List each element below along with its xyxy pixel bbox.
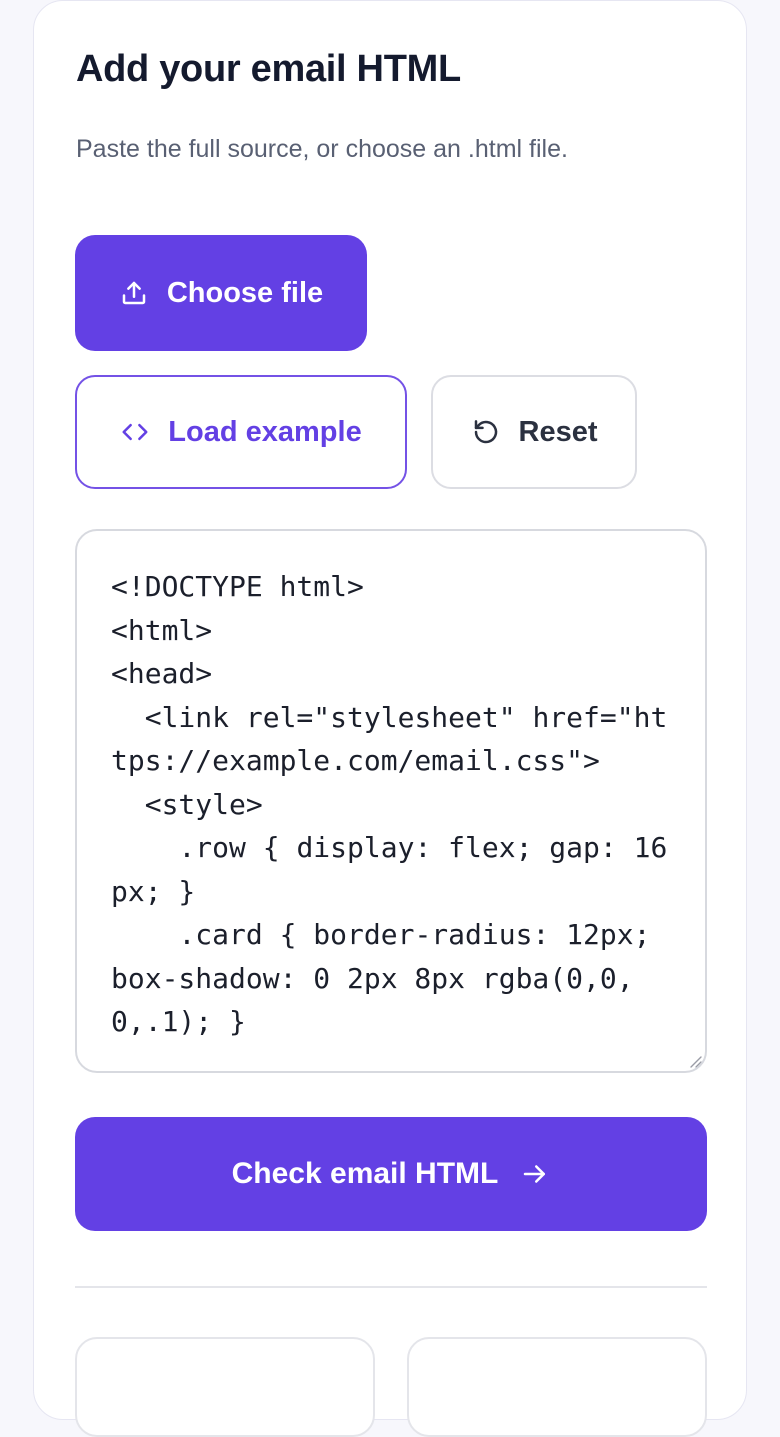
load-example-label: Load example bbox=[168, 415, 362, 448]
panel-subtitle: Paste the full source, or choose an .htm… bbox=[76, 135, 568, 163]
reset-button[interactable]: Reset bbox=[431, 375, 637, 489]
html-source-content: <!DOCTYPE html> <html> <head> <link rel=… bbox=[111, 570, 668, 1038]
load-example-button[interactable]: Load example bbox=[75, 375, 407, 489]
upload-icon bbox=[122, 281, 146, 305]
section-divider bbox=[75, 1286, 707, 1288]
result-card-right bbox=[407, 1337, 707, 1437]
panel-title: Add your email HTML bbox=[76, 48, 461, 90]
choose-file-button[interactable]: Choose file bbox=[75, 235, 367, 351]
check-email-html-label: Check email HTML bbox=[231, 1157, 499, 1190]
result-card-left bbox=[75, 1337, 375, 1437]
email-html-panel: Add your email HTML Paste the full sourc… bbox=[33, 0, 747, 1437]
rotate-ccw-icon bbox=[474, 420, 497, 444]
arrow-right-icon bbox=[524, 1165, 546, 1183]
choose-file-label: Choose file bbox=[166, 276, 324, 309]
reset-label: Reset bbox=[518, 415, 598, 448]
code-icon bbox=[122, 423, 148, 441]
check-email-html-button[interactable]: Check email HTML bbox=[75, 1117, 707, 1231]
resize-handle-icon[interactable] bbox=[685, 1051, 703, 1069]
html-source-textarea[interactable]: <!DOCTYPE html> <html> <head> <link rel=… bbox=[75, 529, 707, 1073]
